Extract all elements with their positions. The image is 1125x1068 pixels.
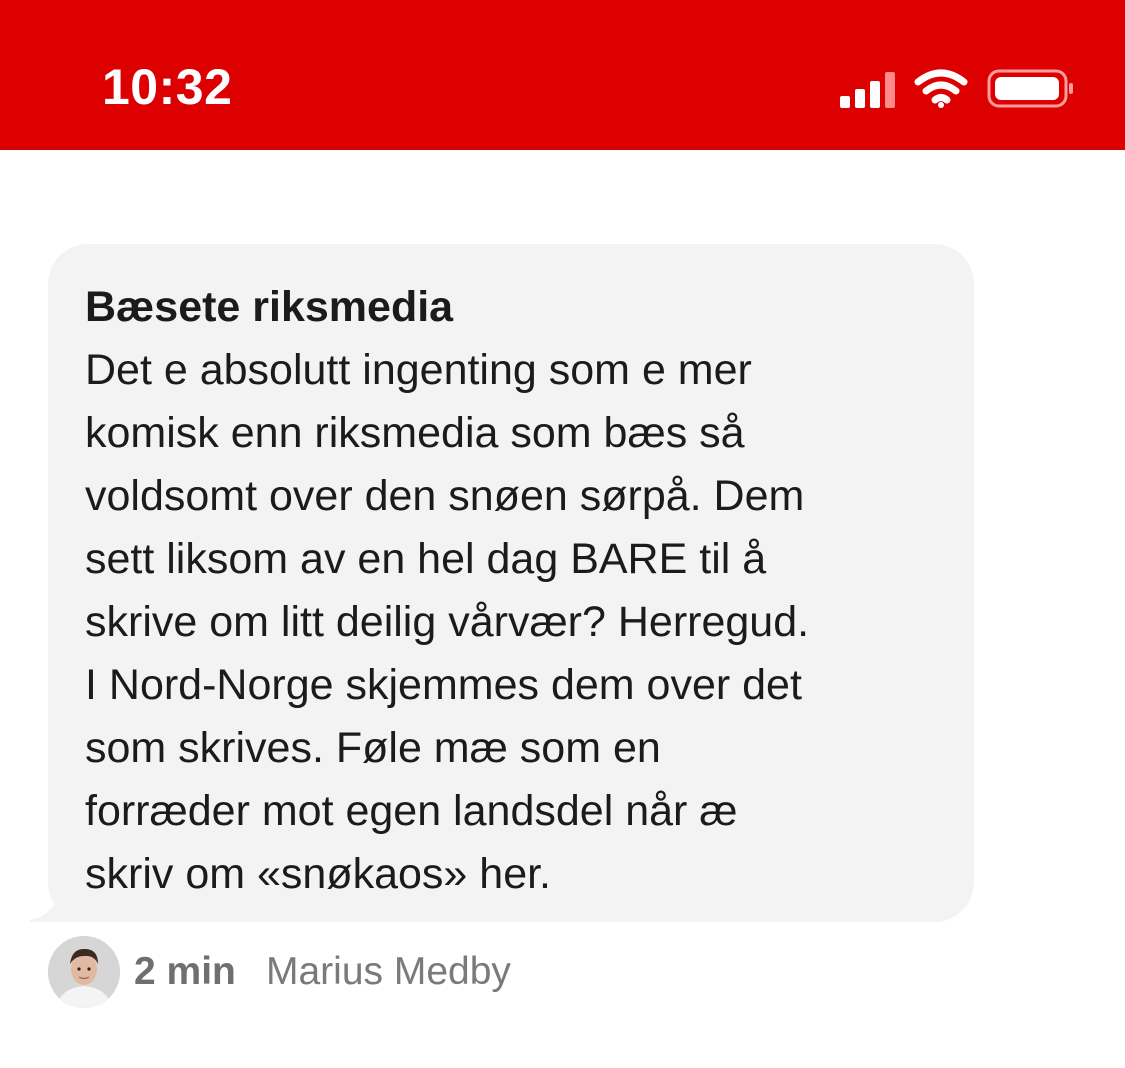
status-bar: 10:32 [0,0,1125,150]
message-bubble: Bæsete riksmedia Det e absolutt ingentin… [48,244,974,922]
wifi-icon [914,69,968,108]
message-line: I Nord-Norge skjemmes dem over det [85,661,802,709]
avatar-photo [48,936,120,1008]
message-time: 2 min [134,950,236,993]
message-line: skriv om «snøkaos» her. [85,850,552,898]
message: Bæsete riksmedia Det e absolutt ingentin… [28,244,976,924]
message-line: som skrives. Føle mæ som en [85,724,661,772]
status-icons [840,69,1073,108]
avatar[interactable] [48,936,120,1008]
battery-icon [987,69,1073,108]
status-time: 10:32 [102,59,233,115]
author-name[interactable]: Marius Medby [266,950,511,994]
message-line: komisk enn riksmedia som bæs så [85,409,745,457]
message-line: skrive om litt deilig vårvær? Herregud. [85,598,810,646]
message-line: sett liksom av en hel dag BARE til å [85,535,767,583]
message-line: voldsomt over den snøen sørpå. Dem [85,472,805,520]
message-meta: 2 min Marius Medby [48,936,748,1008]
message-line: forræder mot egen landsdel når æ [85,787,738,835]
message-line: Det e absolutt ingenting som e mer [85,346,752,394]
signal-icon [840,72,895,108]
message-title: Bæsete riksmedia [85,283,454,331]
